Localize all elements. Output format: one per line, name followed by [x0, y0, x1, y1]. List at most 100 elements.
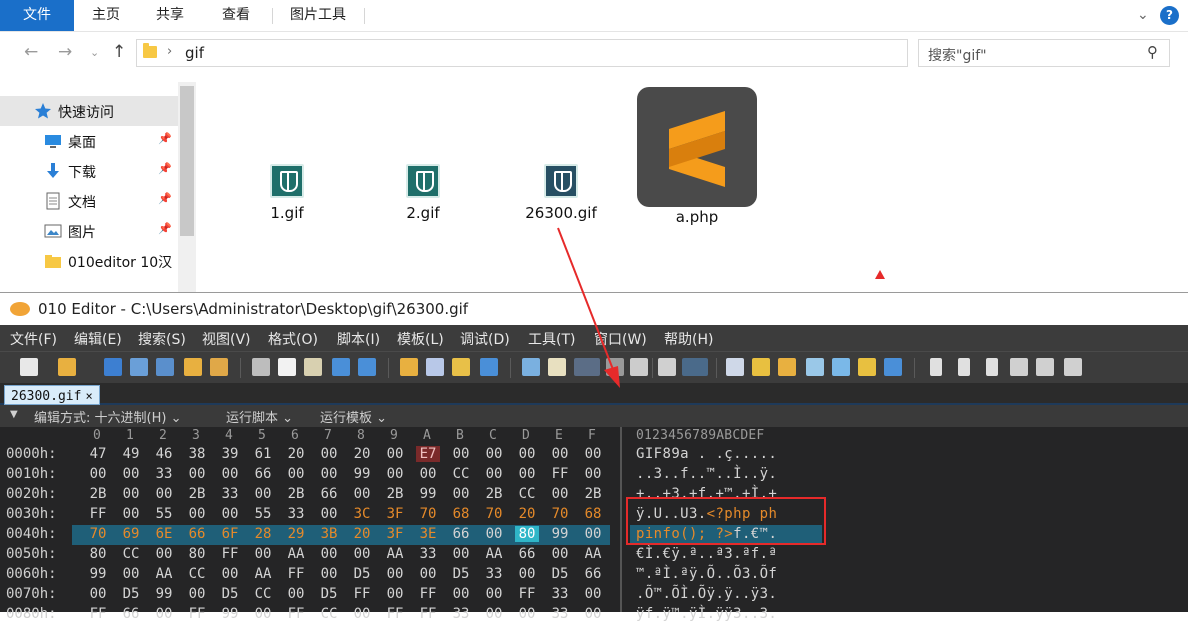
menu-edit[interactable]: 编辑(E) — [74, 329, 122, 349]
stop-icon[interactable] — [986, 358, 998, 376]
ribbon-tab-picture-tools[interactable]: 图片工具 — [278, 0, 358, 31]
hex-byte[interactable]: 3C — [350, 506, 374, 522]
hex-byte[interactable]: 00 — [383, 446, 407, 462]
nav-item-documents[interactable]: 文档 📌 — [0, 186, 178, 216]
hex-byte[interactable]: CC — [317, 606, 341, 622]
hex-byte[interactable]: 00 — [119, 486, 143, 502]
hex-byte[interactable]: 00 — [251, 546, 275, 562]
nav-scrollbar-thumb[interactable] — [180, 86, 194, 236]
save-all-icon[interactable] — [156, 358, 174, 376]
search-icon[interactable]: ⚲ — [1147, 43, 1158, 61]
sublime-icon[interactable] — [637, 87, 757, 207]
hex-byte[interactable]: 2B — [383, 486, 407, 502]
hex-byte[interactable]: FF — [383, 606, 407, 622]
font-icon[interactable] — [522, 358, 540, 376]
hex-byte[interactable]: 00 — [548, 446, 572, 462]
nav-item-quick-access[interactable]: 快速访问 — [0, 96, 178, 126]
hex-byte[interactable]: 2B — [284, 486, 308, 502]
hex-byte[interactable]: D5 — [317, 586, 341, 602]
hex-byte[interactable]: 38 — [185, 446, 209, 462]
folder-icon[interactable] — [184, 358, 202, 376]
copy-icon[interactable] — [278, 358, 296, 376]
menu-search[interactable]: 搜索(S) — [138, 329, 186, 349]
step-out-icon[interactable] — [1064, 358, 1082, 376]
hex-byte[interactable]: 00 — [515, 566, 539, 582]
hex-byte[interactable]: FF — [416, 586, 440, 602]
hex-byte[interactable]: 00 — [86, 466, 110, 482]
hex-byte[interactable]: 2B — [482, 486, 506, 502]
close-icon[interactable]: × — [85, 389, 92, 403]
hex-byte[interactable]: 00 — [251, 486, 275, 502]
hex-byte[interactable]: 2B — [86, 486, 110, 502]
hex-byte[interactable]: FF — [416, 606, 440, 622]
menu-help[interactable]: 帮助(H) — [664, 329, 713, 349]
hex-byte[interactable]: 00 — [152, 546, 176, 562]
hex-byte[interactable]: 00 — [218, 466, 242, 482]
hex-byte[interactable]: 28 — [251, 526, 275, 542]
hex-byte[interactable]: 00 — [482, 586, 506, 602]
ribbon-tab-share[interactable]: 共享 — [142, 0, 198, 31]
hex-byte[interactable]: 20 — [350, 526, 374, 542]
compare-icon[interactable] — [778, 358, 796, 376]
hex-byte[interactable]: FF — [218, 546, 242, 562]
hex-byte[interactable]: D5 — [119, 586, 143, 602]
file-item[interactable]: 1.gif — [254, 164, 320, 222]
hex-byte[interactable]: 00 — [317, 566, 341, 582]
hex-byte[interactable]: 55 — [152, 506, 176, 522]
hex-byte[interactable]: CC — [515, 486, 539, 502]
menu-file[interactable]: 文件(F) — [10, 329, 57, 349]
hex-byte[interactable]: 00 — [416, 466, 440, 482]
hex-byte[interactable]: FF — [515, 586, 539, 602]
file-item[interactable]: a.php — [660, 208, 734, 226]
hex-byte[interactable]: 00 — [350, 606, 374, 622]
hex-byte[interactable]: 00 — [581, 446, 605, 462]
hex-byte[interactable]: 66 — [317, 486, 341, 502]
goto-icon[interactable] — [480, 358, 498, 376]
column-icon[interactable] — [606, 358, 624, 376]
hex-byte[interactable]: 20 — [284, 446, 308, 462]
hex-byte[interactable]: FF — [86, 606, 110, 622]
up-icon[interactable]: ↑ — [112, 42, 126, 62]
hex-byte[interactable]: 70 — [416, 506, 440, 522]
menu-template[interactable]: 模板(L) — [397, 329, 444, 349]
ascii-text[interactable]: ™.ªÌ.ªÿ.Õ..Õ3.Õf — [636, 566, 777, 582]
pin-icon[interactable]: 📌 — [158, 192, 172, 205]
menu-window[interactable]: 窗口(W) — [594, 329, 647, 349]
hex-row[interactable]: 0010h: 00 00 33 00 00 66 00 00 99 00 00 CC 00 00 FF 00..… — [0, 465, 1188, 485]
histogram-icon[interactable] — [832, 358, 850, 376]
address-path[interactable]: gif — [185, 44, 204, 62]
save-icon[interactable] — [104, 358, 122, 376]
ascii-text[interactable]: GIF89a . .ç..... — [636, 446, 777, 462]
hex-row[interactable]: 0040h: 70 69 6E 66 6F 28 29 3B 20 3F 3E 66 00 80 99 00 pi… — [0, 525, 1188, 545]
hex-row[interactable]: 0020h: 2B 00 00 2B 33 00 2B 66 00 2B 99 00 2B CC 00 2B +.… — [0, 485, 1188, 505]
step-over-icon[interactable] — [1036, 358, 1054, 376]
hex-byte[interactable]: 33 — [416, 546, 440, 562]
hex-byte[interactable]: 33 — [548, 606, 572, 622]
pause-icon[interactable] — [958, 358, 970, 376]
hex-byte[interactable]: 66 — [581, 566, 605, 582]
hex-byte[interactable]: 00 — [548, 546, 572, 562]
hex-byte[interactable]: 20 — [515, 506, 539, 522]
ribbon-tab-home[interactable]: 主页 — [78, 0, 134, 31]
calculator-icon[interactable] — [726, 358, 744, 376]
find-icon[interactable] — [400, 358, 418, 376]
edit-mode-dropdown[interactable]: 编辑方式: 十六进制(H) ⌄ — [34, 407, 181, 426]
hex-byte[interactable]: 3F — [383, 526, 407, 542]
nav-item-010editor[interactable]: 010editor 10汉 — [0, 246, 178, 276]
hex-byte[interactable]: 3F — [383, 506, 407, 522]
open-folder-icon[interactable] — [58, 358, 76, 376]
hex-byte[interactable]: AA — [251, 566, 275, 582]
hex-byte[interactable]: 00 — [251, 606, 275, 622]
hex-byte[interactable]: AA — [383, 546, 407, 562]
highlight-icon[interactable] — [548, 358, 566, 376]
hex-byte[interactable]: D5 — [350, 566, 374, 582]
hex-byte[interactable]: 39 — [218, 446, 242, 462]
hex-row[interactable]: 0080h: FF 66 00 FF 99 00 FF CC 00 FF FF 33 00 00 33 00 ÿf… — [0, 605, 1188, 625]
hex-row[interactable]: 0050h: 80 CC 00 80 FF 00 AA 00 00 AA 33 00 AA 66 00 AA €Ì… — [0, 545, 1188, 565]
hex-byte[interactable]: FF — [284, 566, 308, 582]
hex-byte[interactable]: 00 — [515, 466, 539, 482]
hex-byte[interactable]: CC — [449, 466, 473, 482]
hex-byte[interactable]: 00 — [350, 546, 374, 562]
forward-icon[interactable]: → — [58, 42, 72, 62]
menu-view[interactable]: 视图(V) — [202, 329, 251, 349]
